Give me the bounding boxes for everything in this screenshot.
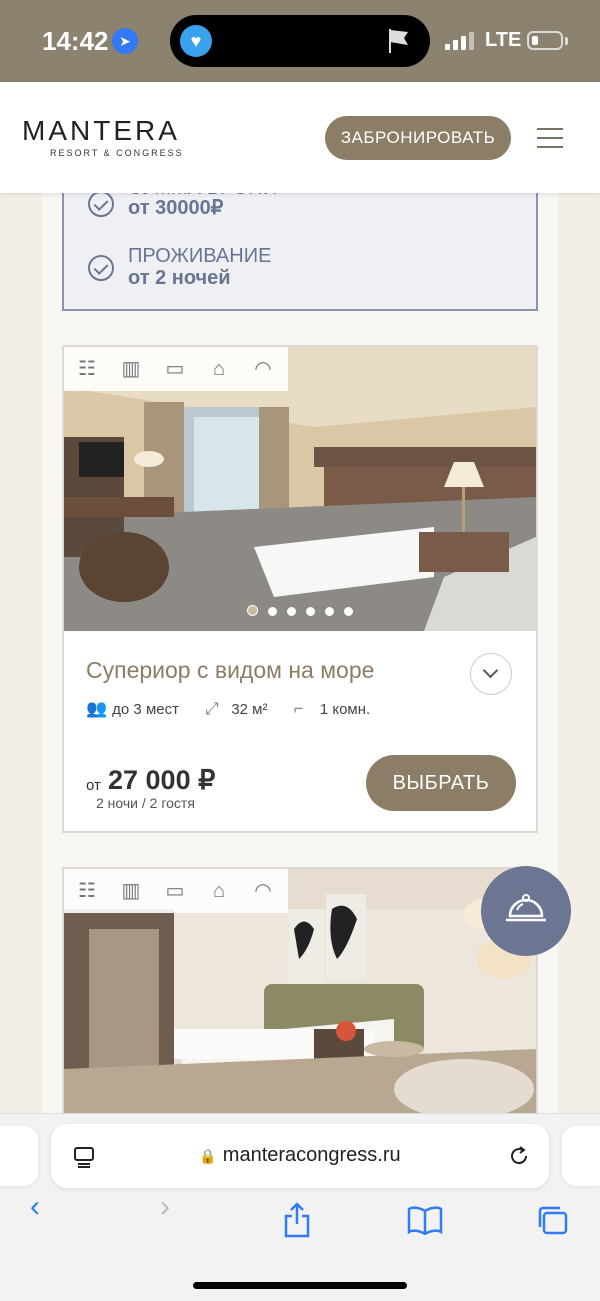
room-title[interactable]: Супериор с видом на море <box>86 657 374 684</box>
balcony-icon: ▥ <box>121 358 141 380</box>
room-card: ☷ ▥ ▭ ⌂ ◠ Супериор с видом на море 👥 до … <box>62 345 538 833</box>
flag-icon <box>389 29 408 53</box>
status-time: 14:42 <box>42 26 109 56</box>
condition-value: от 30000₽ <box>128 197 224 219</box>
dynamic-island: ♥ <box>170 15 430 67</box>
wifi-icon: ◠ <box>254 880 272 902</box>
room-photo[interactable]: ☷ ▥ ▭ ⌂ ◠ <box>64 869 536 1113</box>
home-indicator <box>193 1282 407 1289</box>
reload-icon[interactable] <box>507 1144 531 1168</box>
location-arrow-icon: ➤ <box>112 28 138 54</box>
photo-dot[interactable] <box>247 605 258 616</box>
tabs-icon[interactable] <box>536 1205 570 1237</box>
check-circle-icon <box>88 191 114 217</box>
amenities-bar: ☷ ▥ ▭ ⌂ ◠ <box>64 347 288 391</box>
room-photo[interactable]: ☷ ▥ ▭ ⌂ ◠ <box>64 347 536 631</box>
network-label: LTE <box>485 29 522 51</box>
battery-icon <box>527 31 563 50</box>
menu-icon[interactable] <box>537 128 563 148</box>
site-header: MANTERA RESORT & CONGRESS ЗАБРОНИРОВАТЬ <box>0 82 600 193</box>
photo-dot[interactable] <box>344 607 353 616</box>
prev-tab-preview[interactable] <box>0 1126 38 1186</box>
area-arrow-icon: ⤢ <box>205 699 219 718</box>
room-count: 1 комн. <box>319 701 371 718</box>
concierge-bell-icon <box>506 894 546 922</box>
concierge-bell-button[interactable] <box>481 866 571 956</box>
wardrobe-icon: ⌂ <box>212 358 226 380</box>
forward-icon[interactable]: › <box>160 1190 170 1224</box>
photo-dot[interactable] <box>306 607 315 616</box>
logo-subtitle: RESORT & CONGRESS <box>50 148 184 158</box>
condition-title: ПРОЖИВАНИЕ <box>128 245 272 267</box>
guests-icon: 👥 <box>86 699 108 718</box>
room-area: 32 м² <box>231 701 268 718</box>
room-capacity: до 3 мест <box>112 701 179 718</box>
room-card: ☷ ▥ ▭ ⌂ ◠ <box>62 867 538 1113</box>
amenities-bar: ☷ ▥ ▭ ⌂ ◠ <box>64 869 288 913</box>
wardrobe-icon: ⌂ <box>212 880 226 902</box>
sea-view-icon: ☷ <box>78 358 96 380</box>
photo-dot[interactable] <box>287 607 296 616</box>
price-prefix: от <box>86 777 101 794</box>
app-bird-icon: ♥ <box>180 25 212 57</box>
back-icon[interactable]: ‹ <box>30 1190 40 1224</box>
select-room-button[interactable]: ВЫБРАТЬ <box>366 755 516 811</box>
photo-dot[interactable] <box>325 607 334 616</box>
condition-value: от 2 ночей <box>128 267 231 289</box>
photo-pagination <box>64 603 536 621</box>
lock-icon: 🔒 <box>199 1148 217 1164</box>
photo-dot[interactable] <box>268 607 277 616</box>
booking-conditions-card: СУММА БРОНИ от 30000₽ ПРОЖИВАНИЕ от 2 но… <box>62 177 538 311</box>
tv-icon: ▭ <box>165 358 185 380</box>
book-button[interactable]: ЗАБРОНИРОВАТЬ <box>325 116 511 160</box>
bookmarks-icon[interactable] <box>407 1205 443 1235</box>
wifi-icon: ◠ <box>254 358 272 380</box>
price-note: 2 ночи / 2 гостя <box>96 795 195 811</box>
tv-icon: ▭ <box>165 880 185 902</box>
sea-view-icon: ☷ <box>78 880 96 902</box>
url-text: manteracongress.ru <box>222 1144 401 1166</box>
status-bar: 14:42 ➤ ♥ LTE <box>0 0 600 82</box>
share-icon[interactable] <box>283 1202 311 1238</box>
room-price: 27 000 ₽ <box>108 765 216 795</box>
balcony-icon: ▥ <box>121 880 141 902</box>
logo[interactable]: MANTERA <box>22 115 180 147</box>
rooms-icon: ⌐ <box>293 699 304 718</box>
expand-chevron-button[interactable] <box>470 653 512 695</box>
room-specs: 👥 до 3 мест ⤢ 32 м² ⌐ 1 комн. <box>86 699 370 719</box>
signal-icon <box>445 32 475 50</box>
check-circle-icon <box>88 255 114 281</box>
next-tab-preview[interactable] <box>562 1126 600 1186</box>
address-bar[interactable]: 🔒 manteracongress.ru <box>51 1124 549 1188</box>
